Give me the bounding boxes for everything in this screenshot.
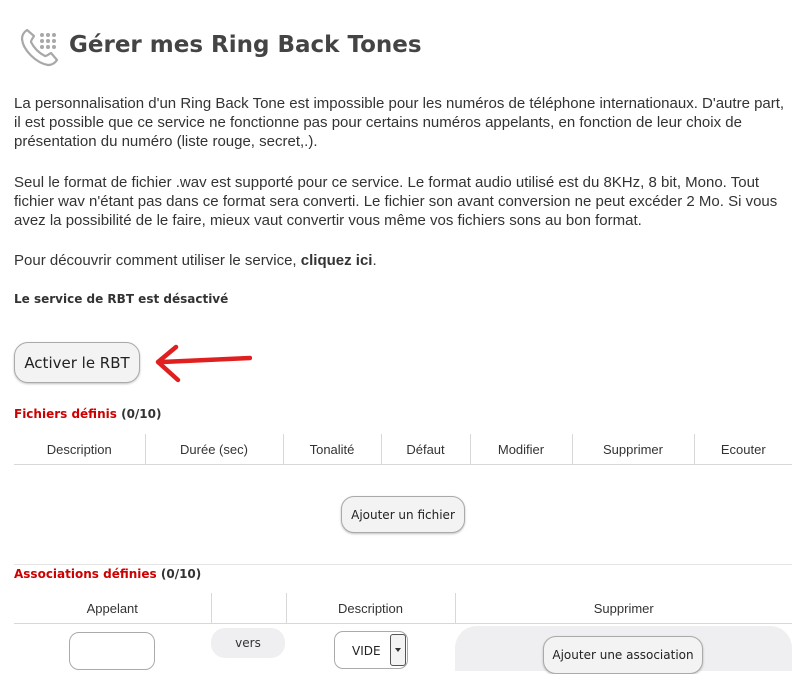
column-header: Description	[14, 434, 146, 465]
dropdown-button[interactable]	[390, 634, 406, 666]
column-header	[211, 593, 287, 624]
page-title: Gérer mes Ring Back Tones	[69, 32, 422, 58]
files-count: (0/10)	[121, 407, 162, 421]
add-association-button[interactable]: Ajouter une association	[543, 636, 703, 674]
annotation-arrow-icon	[155, 344, 252, 383]
intro-paragraph-format: Seul le format de fichier .wav est suppo…	[14, 174, 778, 229]
files-section-title: Fichiers définis (0/10)	[14, 407, 161, 421]
column-header: Supprimer	[455, 593, 792, 624]
chevron-down-icon	[395, 648, 401, 652]
files-table: Description Durée (sec) Tonalité Défaut …	[14, 434, 792, 465]
phone-icon	[20, 28, 59, 67]
column-header: Supprimer	[572, 434, 695, 465]
help-suffix: .	[372, 252, 377, 269]
column-header: Ecouter	[694, 434, 792, 465]
service-status: Le service de RBT est désactivé	[14, 292, 229, 306]
intro-paragraph-help: Pour découvrir comment utiliser le servi…	[14, 251, 790, 270]
associations-count: (0/10)	[160, 567, 202, 581]
column-header: Durée (sec)	[145, 434, 284, 465]
help-text: Pour découvrir comment utiliser le servi…	[14, 252, 301, 269]
files-title: Fichiers définis	[14, 407, 117, 421]
files-table-header: Description Durée (sec) Tonalité Défaut …	[14, 434, 792, 465]
description-select-value: VIDE	[352, 644, 381, 658]
column-header: Tonalité	[283, 434, 382, 465]
caller-input[interactable]	[69, 632, 155, 670]
column-header: Description	[286, 593, 456, 624]
column-header: Modifier	[470, 434, 573, 465]
intro-paragraph-international: La personnalisation d'un Ring Back Tone …	[14, 95, 785, 150]
column-header: Défaut	[381, 434, 471, 465]
help-link[interactable]: cliquez ici	[301, 252, 373, 269]
associations-title: Associations définies	[14, 567, 157, 581]
activate-rbt-button[interactable]: Activer le RBT	[14, 342, 140, 383]
column-header: Appelant	[14, 593, 212, 624]
page-header: Gérer mes Ring Back Tones	[14, 24, 574, 74]
associations-table: Appelant Description Supprimer	[14, 593, 792, 624]
associations-table-header: Appelant Description Supprimer	[14, 593, 792, 624]
vers-label: vers	[211, 628, 285, 658]
associations-section-title: Associations définies (0/10)	[14, 567, 201, 581]
description-select[interactable]: VIDE	[334, 631, 408, 669]
add-file-button[interactable]: Ajouter un fichier	[341, 496, 465, 533]
